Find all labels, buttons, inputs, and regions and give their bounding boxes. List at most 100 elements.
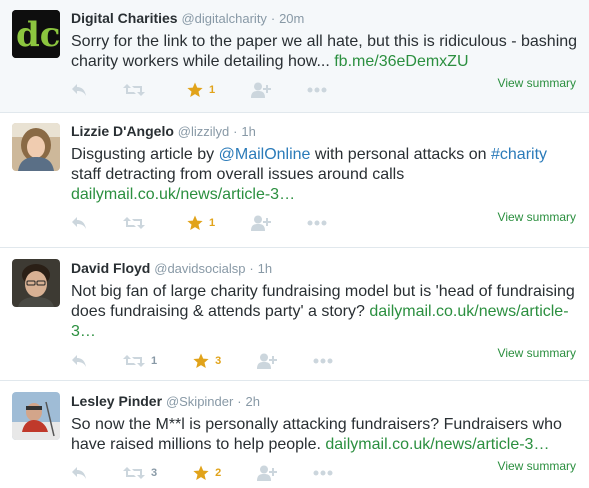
reply-icon [72,467,86,479]
separator: · [237,394,242,409]
favorite-count: 1 [209,84,216,96]
follow-button[interactable] [251,82,272,98]
username[interactable]: @Skipinder [166,394,233,409]
tweet-item[interactable]: David Floyd @davidsocialsp · 1h Not big … [0,248,589,381]
reply-button[interactable] [71,354,87,368]
star-icon [187,82,203,97]
tweet-text: Disgusting article by @MailOnline with p… [71,145,579,205]
favorite-button[interactable]: 2 [193,465,221,481]
tweet-text: Sorry for the link to the paper we all h… [71,32,579,72]
tweet-item[interactable]: dc Digital Charities @digitalcharity · 2… [0,0,589,113]
more-button[interactable] [307,87,327,93]
tweet-stream: dc Digital Charities @digitalcharity · 2… [0,0,589,488]
retweet-button[interactable] [123,216,151,230]
star-icon [187,215,203,230]
separator: · [249,261,254,276]
star-icon [193,353,209,368]
separator: · [233,124,238,139]
more-dots-icon [307,87,327,93]
retweet-icon [123,217,145,229]
favorite-button[interactable]: 1 [187,215,215,231]
follow-user-icon [257,465,278,481]
retweet-button[interactable]: 1 [123,354,157,368]
follow-button[interactable] [251,215,272,231]
tweet-header: Lesley Pinder @Skipinder · 2h [71,392,579,411]
favorite-button[interactable]: 3 [193,353,221,369]
tweet-content: Lizzie D'Angelo @lizzilyd · 1h Disgustin… [71,122,579,205]
hashtag-link[interactable]: #charity [491,146,547,163]
retweet-count: 1 [151,355,158,367]
tweet-actions: 3 2 [71,463,369,483]
reply-button[interactable] [71,216,87,230]
tweet-text-body: Sorry for the link to the paper we all h… [71,33,578,70]
more-dots-icon [313,358,333,364]
tweet-actions: 1 3 [71,351,369,371]
reply-button[interactable] [71,83,87,97]
view-summary-link[interactable]: View summary [498,210,576,224]
avatar[interactable] [12,259,60,307]
favorite-count: 2 [215,467,222,479]
star-icon [193,465,209,480]
timestamp[interactable]: 20m [279,11,304,26]
display-name[interactable]: Lesley Pinder [71,393,162,409]
retweet-button[interactable] [123,83,151,97]
reply-icon [72,355,86,367]
svg-text:dc: dc [16,15,60,55]
follow-button[interactable] [257,465,278,481]
avatar[interactable] [12,392,60,440]
reply-button[interactable] [71,466,87,480]
username[interactable]: @digitalcharity [181,11,266,26]
retweet-count: 3 [151,467,158,479]
favorite-count: 3 [215,355,222,367]
mention-link[interactable]: @MailOnline [219,146,311,163]
digital-charities-logo: dc [12,10,60,58]
tweet-content: David Floyd @davidsocialsp · 1h Not big … [71,259,579,342]
avatar[interactable] [12,123,60,171]
favorite-button[interactable]: 1 [187,82,215,98]
timestamp[interactable]: 1h [258,261,272,276]
avatar[interactable]: dc [12,10,60,58]
username[interactable]: @lizzilyd [178,124,229,139]
tweet-link[interactable]: fb.me/36eDemxZU [334,53,468,70]
more-button[interactable] [307,220,327,226]
display-name[interactable]: Lizzie D'Angelo [71,123,174,139]
retweet-icon [123,84,145,96]
tweet-header: David Floyd @davidsocialsp · 1h [71,259,579,278]
tweet-item[interactable]: Lizzie D'Angelo @lizzilyd · 1h Disgustin… [0,113,589,248]
follow-user-icon [251,215,272,231]
retweet-button[interactable]: 3 [123,466,157,480]
tweet-item[interactable]: Lesley Pinder @Skipinder · 2h So now the… [0,381,589,488]
favorite-count: 1 [209,217,216,229]
retweet-icon [123,355,145,367]
tweet-text-body: Disgusting article by [71,146,219,163]
more-button[interactable] [313,358,333,364]
tweet-content: Lesley Pinder @Skipinder · 2h So now the… [71,392,579,455]
profile-photo [12,259,60,307]
tweet-link[interactable]: dailymail.co.uk/news/article-3… [71,186,295,203]
display-name[interactable]: Digital Charities [71,10,178,26]
tweet-text-body: with personal attacks on [310,146,491,163]
retweet-icon [123,467,145,479]
follow-button[interactable] [257,353,278,369]
profile-photo [12,123,60,171]
username[interactable]: @davidsocialsp [154,261,245,276]
more-button[interactable] [313,470,333,476]
tweet-content: Digital Charities @digitalcharity · 20m … [71,9,579,72]
timestamp[interactable]: 2h [245,394,259,409]
tweet-actions: 1 [71,80,363,100]
more-dots-icon [313,470,333,476]
view-summary-link[interactable]: View summary [498,76,576,90]
more-dots-icon [307,220,327,226]
tweet-actions: 1 [71,213,363,233]
follow-user-icon [257,353,278,369]
separator: · [270,11,276,26]
tweet-text: So now the M**l is personally attacking … [71,415,579,455]
tweet-text: Not big fan of large charity fundraising… [71,282,579,342]
view-summary-link[interactable]: View summary [498,346,576,360]
timestamp[interactable]: 1h [241,124,255,139]
display-name[interactable]: David Floyd [71,260,150,276]
tweet-header: Digital Charities @digitalcharity · 20m [71,9,579,28]
tweet-link[interactable]: dailymail.co.uk/news/article-3… [325,436,549,453]
view-summary-link[interactable]: View summary [498,459,576,473]
tweet-text-body: staff detracting from overall issues aro… [71,166,405,183]
